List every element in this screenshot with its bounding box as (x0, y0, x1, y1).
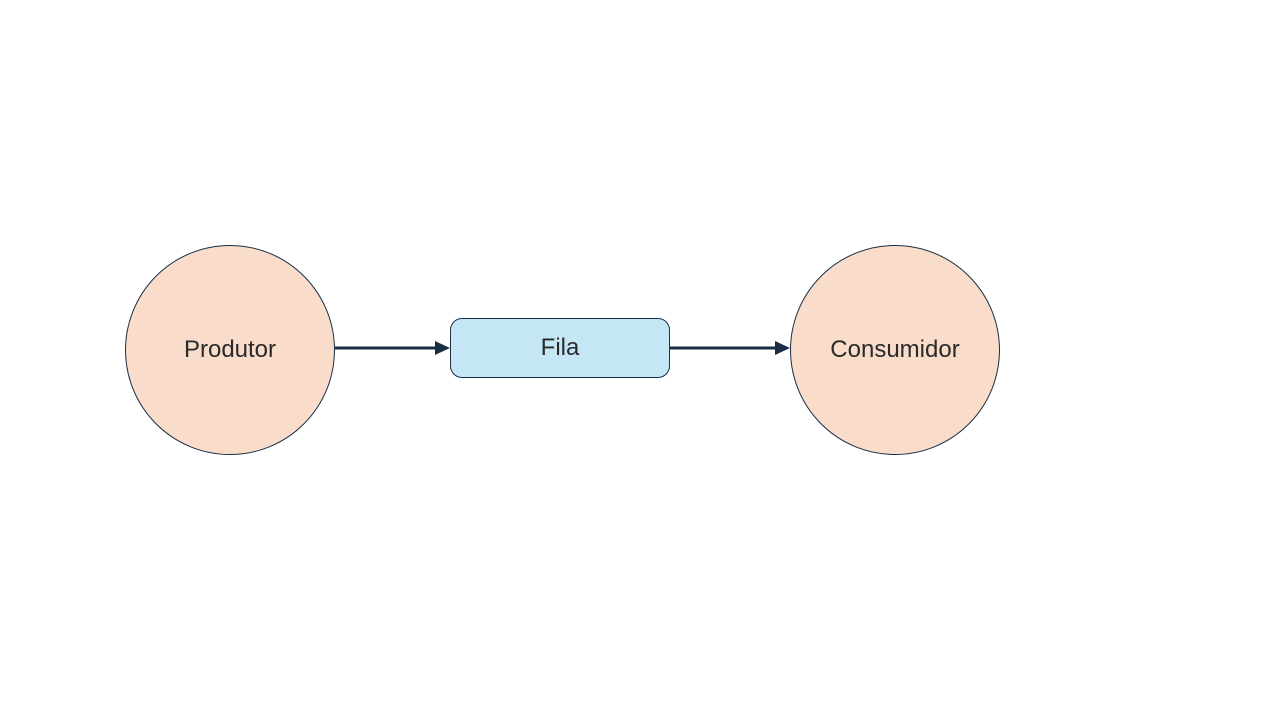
arrow-queue-to-consumer (670, 336, 790, 360)
consumer-label: Consumidor (830, 336, 959, 364)
consumer-node: Consumidor (790, 245, 1000, 455)
producer-node: Produtor (125, 245, 335, 455)
queue-node: Fila (450, 318, 670, 378)
producer-label: Produtor (184, 336, 276, 364)
queue-label: Fila (541, 334, 580, 362)
arrow-producer-to-queue (335, 336, 450, 360)
